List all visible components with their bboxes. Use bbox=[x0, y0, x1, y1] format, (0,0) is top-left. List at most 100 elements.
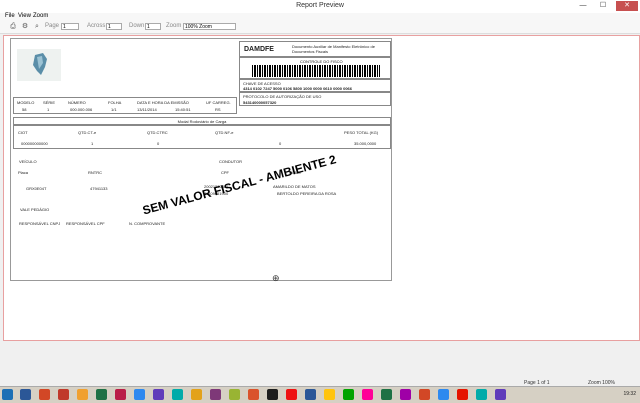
ciot-value: 1 bbox=[91, 141, 94, 146]
vale-pedagio-label: VALE PEDÁGIO bbox=[20, 207, 50, 212]
taskbar-app-icon[interactable] bbox=[229, 389, 240, 400]
condutor-label: CONDUTOR bbox=[219, 159, 243, 164]
page-input[interactable]: 1 bbox=[61, 23, 79, 30]
protocolo-box: PROTOCOLO DE AUTORIZAÇÃO DE USO 54314000… bbox=[239, 92, 391, 106]
menu-view[interactable]: View bbox=[18, 13, 31, 19]
taskbar-app-icon[interactable] bbox=[476, 389, 487, 400]
ident-value: 1 bbox=[47, 107, 50, 112]
taskbar-app-icon[interactable] bbox=[324, 389, 335, 400]
taskbar-app-icon[interactable] bbox=[343, 389, 354, 400]
ciot-row: CIOT QTD.CT-e QTD.CTRC QTD.NF-e PESO TOT… bbox=[13, 125, 391, 149]
title-bar: Report Preview — ☐ ✕ bbox=[0, 0, 640, 13]
taskbar-app-icon[interactable] bbox=[96, 389, 107, 400]
resp-header: N. COMPROVANTE bbox=[129, 221, 166, 226]
chave-box: CHAVE DE ACESSO 4314 0102 7247 5000 0106… bbox=[239, 79, 391, 92]
nome-value: AMARILDO DE MATOS bbox=[273, 184, 316, 189]
ident-header: FOLHA bbox=[108, 100, 122, 105]
menu-zoom[interactable]: Zoom bbox=[33, 13, 48, 19]
taskbar-app-icon[interactable] bbox=[362, 389, 373, 400]
protocolo-value: 543140000057320 bbox=[243, 100, 277, 105]
controle-fisco-box: CONTROLE DO FISCO bbox=[239, 57, 391, 79]
report-page: DAMDFE Documento Auxiliar de Manifesto E… bbox=[10, 38, 392, 281]
ident-value: 1/1 bbox=[111, 107, 117, 112]
ciot-header: PESO TOTAL (KG) bbox=[344, 130, 379, 135]
down-label: Down bbox=[129, 23, 145, 29]
ident-row: MODELO SÉRIE NÚMERO FOLHA DATA E HORA DA… bbox=[13, 97, 237, 114]
ciot-header: CIOT bbox=[18, 130, 28, 135]
ident-value: RS bbox=[215, 107, 221, 112]
taskbar-app-icon[interactable] bbox=[457, 389, 468, 400]
taskbar-app-icon[interactable] bbox=[286, 389, 297, 400]
taskbar-app-icon[interactable] bbox=[191, 389, 202, 400]
damdfe-description: Documento Auxiliar de Manifesto Eletrôni… bbox=[292, 44, 375, 54]
ciot-value: 35.000,0000 bbox=[354, 141, 377, 146]
menu-bar: File View Zoom bbox=[0, 13, 640, 21]
start-button[interactable] bbox=[2, 389, 13, 400]
taskbar-app-icon[interactable] bbox=[172, 389, 183, 400]
menu-file[interactable]: File bbox=[5, 13, 15, 19]
toolbar: ⎙ ⚙ ⌕ Page 1 Across 1 Down 1 Zoom 100% Z… bbox=[0, 21, 640, 34]
print-setup-icon[interactable]: ⚙ bbox=[21, 23, 29, 31]
close-button[interactable]: ✕ bbox=[616, 1, 638, 11]
taskbar-app-icon[interactable] bbox=[153, 389, 164, 400]
ciot-value: 000000000000 bbox=[21, 141, 48, 146]
modal-title: Modal Rodoviário de Carga bbox=[177, 119, 227, 124]
across-input[interactable]: 1 bbox=[106, 23, 122, 30]
taskbar-app-icon[interactable] bbox=[381, 389, 392, 400]
taskbar-app-icon[interactable] bbox=[77, 389, 88, 400]
taskbar-app-icon[interactable] bbox=[58, 389, 69, 400]
taskbar-app-icon[interactable] bbox=[20, 389, 31, 400]
minimize-button[interactable]: — bbox=[576, 1, 590, 11]
tray-clock: 19:32 bbox=[623, 391, 636, 397]
placa-value: GRX0E04T bbox=[26, 186, 47, 191]
ciot-value: 0 bbox=[279, 141, 282, 146]
ident-value: 000.000.006 bbox=[70, 107, 93, 112]
taskbar-app-icon[interactable] bbox=[39, 389, 50, 400]
ciot-value: 0 bbox=[157, 141, 160, 146]
taskbar: 19:32 bbox=[0, 386, 640, 403]
taskbar-app-icon[interactable] bbox=[305, 389, 316, 400]
ident-value: 15:40:51 bbox=[175, 107, 191, 112]
window-controls: — ☐ ✕ bbox=[576, 1, 638, 11]
print-icon[interactable]: ⎙ bbox=[9, 23, 17, 31]
taskbar-app-icon[interactable] bbox=[400, 389, 411, 400]
taskbar-app-icon[interactable] bbox=[134, 389, 145, 400]
taskbar-app-icon[interactable] bbox=[115, 389, 126, 400]
taskbar-app-icon[interactable] bbox=[210, 389, 221, 400]
chave-value: 4314 0102 7247 5000 0106 5800 1000 0000 … bbox=[243, 86, 352, 91]
company-logo bbox=[17, 49, 61, 81]
zoom-label: Zoom bbox=[166, 23, 182, 29]
cpf-label: CPF bbox=[221, 170, 229, 175]
ciot-header: QTD.CT-e bbox=[78, 130, 97, 135]
ident-header: UF CARREG. bbox=[206, 100, 231, 105]
rntrc-label: RNTRC bbox=[88, 170, 102, 175]
across-label: Across bbox=[87, 23, 106, 29]
taskbar-app-icon[interactable] bbox=[419, 389, 430, 400]
down-input[interactable]: 1 bbox=[145, 23, 161, 30]
taskbar-app-icon[interactable] bbox=[248, 389, 259, 400]
veiculo-label: VEÍCULO bbox=[19, 159, 37, 164]
damdfe-title: DAMDFE bbox=[244, 46, 274, 53]
nome-value: BERTOLDO PEREIRA DA ROSA bbox=[277, 191, 337, 196]
ident-value: 58 bbox=[22, 107, 27, 112]
zoom-select[interactable]: 100% Zoom bbox=[183, 23, 236, 30]
damdfe-box: DAMDFE Documento Auxiliar de Manifesto E… bbox=[239, 41, 391, 57]
resp-header: RESPONSÁVEL CNPJ bbox=[19, 221, 61, 226]
placa-label: Placa bbox=[18, 170, 29, 175]
maximize-button[interactable]: ☐ bbox=[596, 1, 610, 11]
page-label: Page bbox=[45, 23, 60, 29]
resp-header: RESPONSÁVEL CPF bbox=[66, 221, 105, 226]
ident-header: NÚMERO bbox=[68, 100, 86, 105]
taskbar-app-icon[interactable] bbox=[495, 389, 506, 400]
taskbar-app-icon[interactable] bbox=[267, 389, 278, 400]
protocolo-label: PROTOCOLO DE AUTORIZAÇÃO DE USO bbox=[243, 94, 322, 99]
taskbar-app-icon[interactable] bbox=[438, 389, 449, 400]
ciot-header: QTD.NF-e bbox=[215, 130, 234, 135]
rntrc-value: 47941133 bbox=[90, 186, 108, 191]
ciot-header: QTD.CTRC bbox=[147, 130, 168, 135]
barcode bbox=[252, 65, 380, 77]
ident-header: DATA E HORA DA EMISSÃO bbox=[137, 100, 189, 105]
zoom-icon[interactable]: ⌕ bbox=[33, 23, 41, 31]
ident-header: MODELO bbox=[17, 100, 35, 105]
window-title: Report Preview bbox=[296, 2, 344, 9]
